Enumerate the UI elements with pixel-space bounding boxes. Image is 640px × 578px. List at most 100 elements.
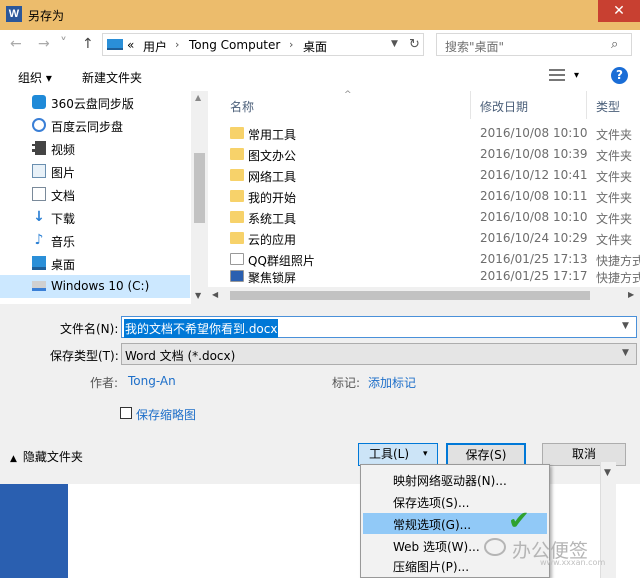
author-label: 作者: — [90, 376, 119, 390]
file-row[interactable]: 常用工具 2016/10/08 10:10 文件夹 — [208, 123, 640, 144]
menu-item-label: 映射网络驱动器(N)... — [393, 474, 507, 488]
column-header-type[interactable]: 类型 — [596, 98, 620, 115]
drive-icon — [32, 281, 46, 291]
organize-button[interactable]: 组织 ▾ — [18, 69, 52, 86]
sidebar-item-baidu-cloud[interactable]: 百度云同步盘 — [0, 114, 190, 137]
address-dropdown-icon[interactable]: ▼ — [391, 39, 398, 49]
menu-item-label: Web 选项(W)... — [393, 540, 480, 554]
file-date: 2016/10/08 10:11 — [480, 189, 588, 203]
save-button[interactable]: 保存(S) — [446, 443, 526, 466]
scroll-left-icon[interactable]: ◀ — [212, 290, 218, 299]
file-date: 2016/10/08 10:10 — [480, 210, 588, 224]
watermark-logo-icon — [484, 538, 506, 556]
shortcut-icon — [230, 253, 244, 265]
help-icon[interactable]: ? — [611, 67, 628, 84]
checkmark-icon: ✔ — [508, 506, 530, 536]
breadcrumb-users[interactable]: 用户 — [143, 38, 167, 55]
search-box[interactable]: 搜索"桌面" ⌕ — [436, 33, 632, 56]
address-bar[interactable]: « 用户 › Tong Computer › 桌面 ▼ ↻ — [102, 33, 424, 56]
up-button[interactable]: ↑ — [82, 36, 94, 52]
thumbnail-checkbox[interactable] — [120, 407, 132, 419]
filename-value: 我的文档不希望你看到.docx — [124, 319, 279, 338]
chevron-down-icon[interactable]: ▼ — [622, 321, 629, 331]
tools-button[interactable]: 工具(L) ▾ — [358, 443, 438, 466]
scroll-down-icon[interactable]: ▼ — [195, 291, 201, 300]
file-type: 文件夹 — [596, 191, 633, 205]
file-date: 2016/10/24 10:29 — [480, 231, 588, 245]
sidebar-item-documents[interactable]: 文档 — [0, 183, 190, 206]
sidebar-item-music[interactable]: ♪ 音乐 — [0, 229, 190, 252]
column-header-date[interactable]: 修改日期 — [480, 98, 528, 115]
chevron-up-icon: ▲ — [10, 454, 17, 464]
sidebar-item-windows-drive[interactable]: Windows 10 (C:) — [0, 275, 190, 298]
menu-item-label: 压缩图片(P)... — [393, 560, 470, 574]
file-type: 文件夹 — [596, 149, 633, 163]
sidebar-item-pictures[interactable]: 图片 — [0, 160, 190, 183]
forward-button[interactable]: → — [38, 36, 50, 52]
column-divider[interactable] — [586, 91, 587, 119]
filename-field[interactable]: 我的文档不希望你看到.docx ▼ — [121, 316, 637, 338]
sidebar-item-label: 视频 — [51, 143, 76, 157]
nav-scrollbar[interactable]: ▲ ▼ — [191, 91, 208, 304]
sidebar-item-label: 桌面 — [51, 258, 76, 272]
file-row[interactable]: 聚焦锁屏 2016/01/25 17:17 快捷方式 — [208, 266, 640, 287]
background-page — [68, 484, 360, 578]
file-row[interactable]: 图文办公 2016/10/08 10:39 文件夹 — [208, 144, 640, 165]
folder-icon — [230, 211, 244, 223]
folder-icon — [230, 148, 244, 160]
desktop-location-icon — [107, 39, 123, 50]
hide-folders-toggle[interactable]: ▲ 隐藏文件夹 — [10, 448, 83, 465]
chevron-down-icon: ▼ — [604, 468, 611, 478]
breadcrumb-separator[interactable]: › — [175, 38, 179, 51]
folder-icon — [230, 232, 244, 244]
file-row[interactable]: 网络工具 2016/10/12 10:41 文件夹 — [208, 165, 640, 186]
sidebar-item-label: 下载 — [51, 212, 76, 226]
file-name: 云的应用 — [248, 233, 297, 247]
menu-item-map-network-drive[interactable]: 映射网络驱动器(N)... — [363, 469, 547, 490]
horizontal-scroll-thumb[interactable] — [230, 291, 590, 300]
column-header-name[interactable]: 名称 — [230, 98, 254, 115]
video-icon — [32, 141, 46, 155]
sidebar-item-desktop[interactable]: 桌面 — [0, 252, 190, 275]
back-button[interactable]: ← — [10, 36, 22, 52]
save-as-dialog: W 另存为 ✕ ← → ˅ ↑ « 用户 › Tong Computer › 桌… — [0, 0, 640, 578]
filetype-value: Word 文档 (*.docx) — [125, 349, 236, 363]
word-app-icon: W — [6, 6, 22, 22]
filetype-select[interactable]: Word 文档 (*.docx) ▼ — [121, 343, 637, 365]
browser-area: 360云盘同步版 百度云同步盘 视频 图片 文档 ↓ 下载 ♪ 音乐 桌面 Wi… — [0, 90, 640, 304]
search-icon[interactable]: ⌕ — [611, 37, 618, 52]
chevron-down-icon[interactable]: ▼ — [622, 348, 629, 358]
tags-value[interactable]: 添加标记 — [368, 374, 416, 391]
breadcrumb-overflow[interactable]: « — [127, 38, 134, 52]
navigation-bar: ← → ˅ ↑ « 用户 › Tong Computer › 桌面 ▼ ↻ 搜索… — [0, 30, 640, 60]
refresh-icon[interactable]: ↻ — [409, 37, 420, 52]
view-options-icon[interactable] — [549, 69, 565, 81]
breadcrumb-desktop[interactable]: 桌面 — [303, 38, 327, 55]
recent-locations-icon[interactable]: ˅ — [60, 36, 67, 52]
view-dropdown-icon[interactable]: ▾ — [574, 70, 579, 81]
scroll-up-icon[interactable]: ▲ — [195, 93, 201, 102]
folder-icon — [230, 127, 244, 139]
tags-label: 标记: — [332, 376, 361, 390]
sidebar-item-360-cloud[interactable]: 360云盘同步版 — [0, 91, 190, 114]
scroll-right-icon[interactable]: ▶ — [628, 290, 634, 299]
breadcrumb-tong-computer[interactable]: Tong Computer — [189, 38, 280, 52]
file-type: 文件夹 — [596, 212, 633, 226]
breadcrumb-separator[interactable]: › — [289, 38, 293, 51]
file-row[interactable]: 系统工具 2016/10/08 10:10 文件夹 — [208, 207, 640, 228]
file-date: 2016/01/25 17:17 — [480, 269, 588, 283]
author-value[interactable]: Tong-An — [128, 374, 176, 388]
new-folder-button[interactable]: 新建文件夹 — [82, 69, 142, 86]
close-button[interactable]: ✕ — [598, 0, 640, 22]
column-divider[interactable] — [470, 91, 471, 119]
file-row[interactable]: 云的应用 2016/10/24 10:29 文件夹 — [208, 228, 640, 249]
sidebar-item-downloads[interactable]: ↓ 下载 — [0, 206, 190, 229]
horizontal-scrollbar[interactable]: ◀ ▶ — [208, 287, 640, 304]
save-form: 文件名(N): 我的文档不希望你看到.docx ▼ 保存类型(T): Word … — [0, 304, 640, 484]
file-name: 我的开始 — [248, 191, 297, 205]
file-row[interactable]: 我的开始 2016/10/08 10:11 文件夹 — [208, 186, 640, 207]
sidebar-item-videos[interactable]: 视频 — [0, 137, 190, 160]
thumbnail-label[interactable]: 保存缩略图 — [136, 406, 196, 423]
title-bar: W 另存为 ✕ — [0, 0, 640, 30]
nav-scroll-thumb[interactable] — [194, 153, 205, 223]
